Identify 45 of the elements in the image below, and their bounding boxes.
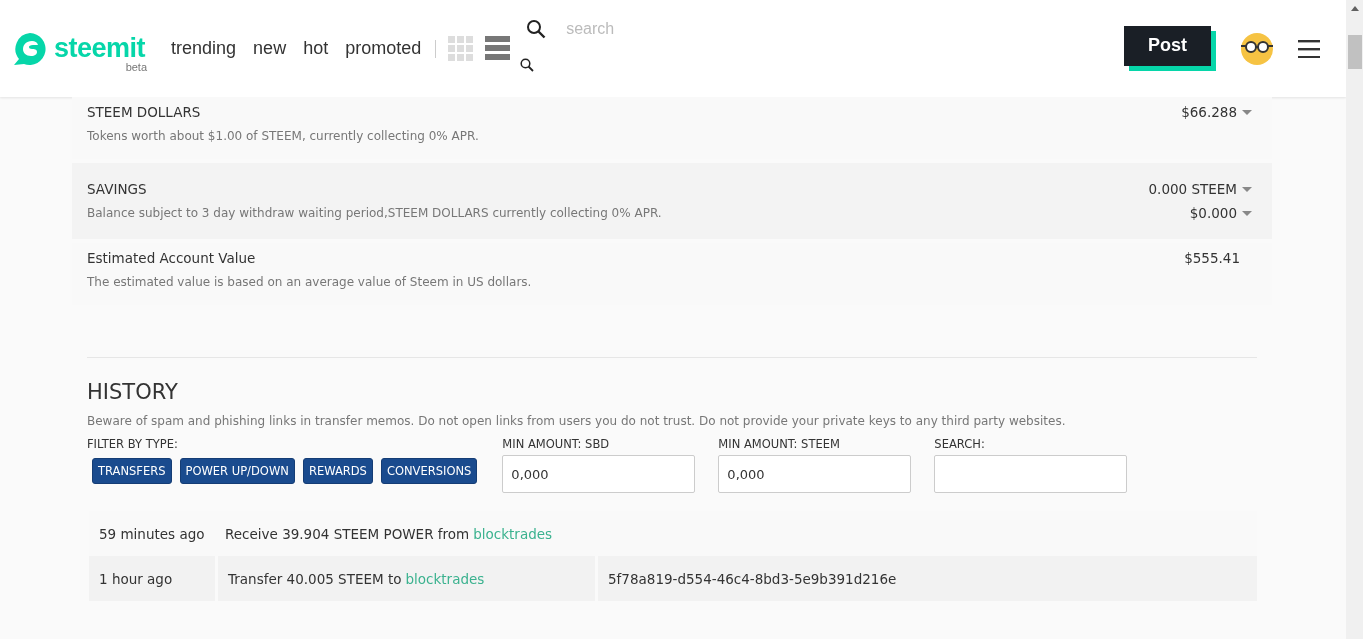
search-icon[interactable] bbox=[520, 58, 535, 72]
filter-button[interactable]: TRANSFERS bbox=[92, 458, 172, 484]
search-icon[interactable] bbox=[526, 19, 547, 39]
field-label: MIN AMOUNT: STEEM bbox=[718, 437, 841, 451]
field-label: MIN AMOUNT: SBD bbox=[502, 437, 611, 451]
table-cell: 5f78a819-d554-46c4-8bd3-5e9b391d216e bbox=[595, 556, 1257, 601]
input-field[interactable] bbox=[934, 455, 1128, 493]
input-field[interactable]: 0,000 bbox=[718, 455, 912, 493]
list-view-icon[interactable] bbox=[485, 36, 511, 61]
search-field[interactable]: search bbox=[564, 19, 729, 39]
table-cell-text: 1 hour ago bbox=[98, 569, 174, 589]
filter-button[interactable]: REWARDS bbox=[302, 458, 373, 484]
filter-button[interactable]: CONVERSIONS bbox=[380, 458, 478, 484]
input-field[interactable]: 0,000 bbox=[502, 455, 696, 493]
filter-button[interactable]: POWER UP/DOWN bbox=[179, 458, 295, 484]
warning-text: Beware of spam and phishing links in transfer memos. Do not open links from users you do not trust. Do not provide your private keys to any third party websites. bbox=[87, 414, 1067, 428]
balance-title: STEEM DOLLARS bbox=[87, 104, 202, 120]
section-title: HISTORY bbox=[87, 380, 179, 404]
caret-icon[interactable] bbox=[1242, 186, 1252, 192]
table-cell: Transfer 40.005 STEEM to blocktrades bbox=[215, 556, 595, 601]
balance-description: Balance subject to 3 day withdraw waiting period,STEEM DOLLARS currently collecting 0% APR. bbox=[87, 206, 662, 220]
balance-title: Estimated Account Value bbox=[87, 250, 257, 266]
field-label: SEARCH: bbox=[934, 437, 986, 451]
amount-dropdown[interactable]: $66.288 bbox=[1181, 104, 1237, 120]
scrollbar[interactable] bbox=[1346, 0, 1363, 639]
menu-icon[interactable] bbox=[1298, 39, 1320, 58]
table-cell-text: Receive 39.904 STEEM POWER from blocktrades bbox=[224, 524, 554, 544]
balance-description: The estimated value is based on an average value of Steem in US dollars. bbox=[87, 275, 532, 289]
nav-link[interactable]: new bbox=[253, 38, 287, 59]
table-cell-text: 59 minutes ago bbox=[98, 524, 206, 544]
amount-value: $555.41 bbox=[1184, 250, 1240, 266]
nav-link[interactable]: trending bbox=[171, 38, 237, 59]
balance-description: Tokens worth about $1.00 of STEEM, currently collecting 0% APR. bbox=[87, 129, 479, 143]
caret-icon[interactable] bbox=[1242, 210, 1252, 216]
filter-label: FILTER BY TYPE: bbox=[87, 437, 179, 451]
amount-dropdown[interactable]: $0.000 bbox=[1189, 205, 1237, 221]
nav-link[interactable]: promoted bbox=[345, 38, 422, 59]
balance-title: SAVINGS bbox=[87, 181, 148, 197]
caret-icon[interactable] bbox=[1242, 109, 1252, 115]
nav-link[interactable]: hot bbox=[303, 38, 329, 59]
scroll-up-icon[interactable] bbox=[1350, 6, 1359, 11]
amount-dropdown[interactable]: 0.000 STEEM bbox=[1148, 181, 1237, 197]
scroll-thumb[interactable] bbox=[1347, 35, 1362, 69]
avatar-icon[interactable] bbox=[1240, 31, 1274, 66]
logo-icon[interactable] bbox=[12, 30, 48, 67]
